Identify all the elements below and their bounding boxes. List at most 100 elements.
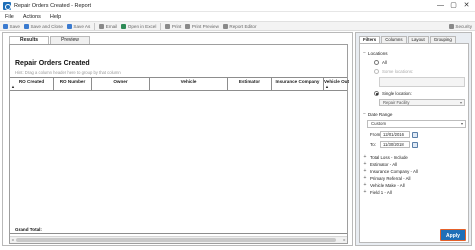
column-label: Insurance Company (275, 79, 320, 84)
horizontal-scrollbar[interactable]: ◂ ▸ (10, 236, 347, 243)
from-date-input[interactable]: 12/01/2016 (380, 131, 410, 138)
email-icon (99, 23, 105, 29)
locations-single-radio[interactable]: Single location: (374, 91, 412, 96)
print-button[interactable]: Print (165, 23, 182, 29)
expand-icon: + (363, 175, 367, 181)
locations-all-radio[interactable]: All (374, 60, 387, 65)
excel-icon (121, 23, 127, 29)
locations-heading: Locations (367, 50, 388, 56)
tab-columns[interactable]: Columns (381, 36, 407, 43)
security-label: Security (455, 23, 472, 29)
maximize-button[interactable]: ▢ (447, 1, 460, 11)
locations-some-radio[interactable]: Some locations: (374, 69, 413, 74)
print-label: Print (171, 23, 182, 29)
expand-icon: + (363, 189, 367, 195)
tab-filters[interactable]: Filters (359, 36, 381, 43)
filter-field-1[interactable]: + Field 1 - All (363, 189, 392, 195)
window-controls: — ▢ ✕ (434, 1, 473, 11)
locations-some-label: Some locations: (382, 69, 414, 74)
tab-layout[interactable]: Layout (407, 36, 429, 43)
locations-section-header[interactable]: − Locations (363, 50, 388, 56)
report-title: Repair Orders Created (15, 60, 90, 67)
filter-total-loss[interactable]: + Total Loss - Include (363, 154, 408, 160)
save-as-label: Save As (73, 23, 91, 29)
column-label: Vehicle (180, 79, 197, 84)
locations-all-label: All (382, 60, 387, 65)
column-header-estimator[interactable]: Estimator (228, 78, 272, 90)
toolbar-divider (94, 22, 96, 30)
column-header-owner[interactable]: Owner (92, 78, 150, 90)
tab-grouping[interactable]: Grouping (429, 36, 456, 43)
column-header-vehicle[interactable]: Vehicle (150, 78, 228, 90)
single-location-select[interactable]: Repair Facility ▾ (379, 99, 465, 106)
save-icon (3, 23, 8, 29)
expand-icon: + (363, 161, 367, 167)
open-in-excel-label: Open in Excel (127, 23, 157, 29)
window-title: Repair Orders Created - Report (14, 3, 92, 9)
to-date-input[interactable]: 11/30/2018 (380, 141, 410, 148)
apply-button[interactable]: Apply (440, 229, 466, 241)
expand-icon: + (363, 168, 367, 174)
open-in-excel-button[interactable]: Open in Excel (121, 23, 157, 29)
collapse-icon: − (363, 111, 366, 117)
save-and-close-button[interactable]: Save and Close (23, 23, 63, 29)
menu-help[interactable]: Help (50, 14, 61, 20)
email-button[interactable]: Email (99, 23, 117, 29)
scroll-left-icon[interactable]: ◂ (10, 237, 15, 243)
column-header-ro-number[interactable]: RO Number (54, 78, 92, 90)
menu-actions[interactable]: Actions (23, 14, 41, 20)
filter-primary-referral[interactable]: + Primary Referral - All (363, 175, 411, 181)
scrollbar-thumb[interactable] (16, 238, 336, 242)
save-button[interactable]: Save (3, 23, 20, 29)
scroll-right-icon[interactable]: ▸ (342, 237, 347, 243)
date-range-section-header[interactable]: − Date Range (363, 111, 392, 117)
locations-single-label: Single location: (382, 91, 412, 96)
group-by-hint[interactable]: Hint: Drag a column header here to group… (15, 70, 121, 75)
date-range-preset-value: Custom (371, 121, 387, 126)
report-editor-button[interactable]: Report Editor (222, 23, 256, 29)
report-tabs: Results Preview (9, 36, 91, 45)
title-bar: Repair Orders Created - Report — ▢ ✕ (0, 0, 475, 12)
security-button[interactable]: Security (448, 23, 472, 29)
filter-insurance-company[interactable]: + Insurance Company - All (363, 168, 418, 174)
column-header-ro-created[interactable]: RO Created ▲ (10, 78, 54, 90)
column-label: Owner (113, 79, 128, 84)
lock-icon (448, 23, 454, 29)
calendar-icon[interactable] (412, 131, 418, 138)
filter-estimator[interactable]: + Estimator - All (363, 161, 398, 167)
save-and-close-label: Save and Close (30, 23, 63, 29)
menu-file[interactable]: File (5, 14, 14, 20)
some-locations-list[interactable] (379, 77, 465, 87)
filter-label: Insurance Company - All (370, 168, 418, 174)
tab-preview[interactable]: Preview (50, 36, 90, 44)
column-header-insurance-company[interactable]: Insurance Company (272, 78, 324, 90)
filters-body: − Locations All Some locations: Single l… (359, 43, 469, 243)
print-icon (165, 23, 171, 29)
column-label: RO Created (18, 79, 45, 84)
print-preview-label: Print Preview (191, 23, 219, 29)
save-as-icon (66, 23, 72, 29)
chevron-down-icon: ▾ (459, 100, 462, 105)
expand-icon: + (363, 182, 367, 188)
save-as-button[interactable]: Save As (66, 23, 91, 29)
expand-icon: + (363, 154, 367, 160)
filter-vehicle-make[interactable]: + Vehicle Make - All (363, 182, 405, 188)
print-preview-icon (185, 23, 191, 29)
date-range-heading: Date Range (367, 111, 393, 117)
date-range-preset-select[interactable]: Custom ▾ (367, 120, 466, 128)
save-label: Save (9, 23, 20, 29)
minimize-button[interactable]: — (434, 1, 447, 11)
radio-icon (374, 60, 379, 65)
calendar-icon[interactable] (412, 141, 418, 148)
radio-icon (374, 69, 379, 74)
report-editor-icon (222, 23, 228, 29)
sort-ascending-icon: ▲ (325, 84, 329, 89)
column-header-vehicle-out[interactable]: Vehicle Out ▲ (324, 78, 349, 90)
column-label: Estimator (238, 79, 261, 84)
grand-total-label: Grand Total: (15, 227, 42, 232)
filter-label: Field 1 - All (370, 189, 392, 195)
panel-tabs: Filters Columns Layout Grouping (359, 36, 457, 43)
close-button[interactable]: ✕ (460, 1, 473, 11)
print-preview-button[interactable]: Print Preview (185, 23, 219, 29)
date-from-row: From: 12/01/2016 (370, 131, 418, 138)
